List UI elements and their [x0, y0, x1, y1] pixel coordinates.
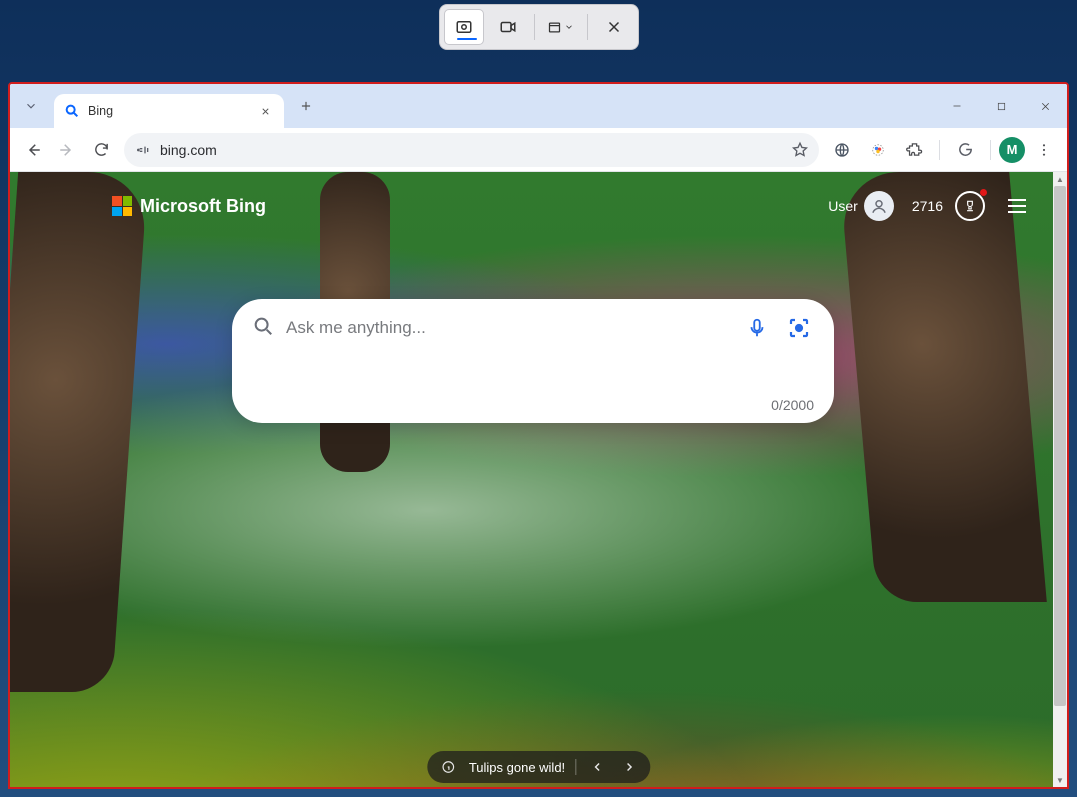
- search-box: 0/2000: [232, 299, 834, 423]
- image-info-icon[interactable]: [437, 756, 459, 778]
- extension-globe-icon[interactable]: [825, 133, 859, 167]
- search-input[interactable]: [286, 318, 730, 338]
- window-maximize-button[interactable]: [979, 84, 1023, 128]
- tab-strip: Bing: [10, 84, 1067, 128]
- google-shortcut-icon[interactable]: [948, 133, 982, 167]
- image-info-bar: Tulips gone wild!: [427, 751, 650, 783]
- window-minimize-button[interactable]: [935, 84, 979, 128]
- snip-window-mode-button[interactable]: [541, 9, 581, 45]
- browser-menu-button[interactable]: [1027, 133, 1061, 167]
- scrollbar-thumb[interactable]: [1054, 186, 1066, 706]
- tab-title: Bing: [88, 104, 248, 118]
- nav-reload-button[interactable]: [84, 133, 118, 167]
- hamburger-menu-button[interactable]: [1003, 192, 1031, 220]
- user-avatar-icon: [864, 191, 894, 221]
- snipping-toolbar: [439, 4, 639, 50]
- nav-forward-button[interactable]: [50, 133, 84, 167]
- window-close-button[interactable]: [1023, 84, 1067, 128]
- browser-toolbar: bing.com M: [10, 128, 1067, 172]
- rewards-button[interactable]: 2716: [912, 191, 985, 221]
- rewards-notification-dot: [980, 189, 987, 196]
- snip-rectangular-button[interactable]: [444, 9, 484, 45]
- background-image: [10, 172, 1053, 787]
- rewards-points: 2716: [912, 198, 943, 214]
- browser-tab[interactable]: Bing: [54, 94, 284, 128]
- bing-logo-text: Microsoft Bing: [140, 196, 266, 217]
- search-icon: [252, 315, 274, 342]
- image-caption: Tulips gone wild!: [469, 760, 565, 775]
- site-info-icon[interactable]: [134, 141, 152, 159]
- scroll-down-arrow[interactable]: ▼: [1053, 773, 1067, 787]
- tab-search-button[interactable]: [16, 91, 46, 121]
- microsoft-logo-icon: [112, 196, 132, 216]
- user-label: User: [828, 198, 858, 214]
- vertical-scrollbar[interactable]: ▲ ▼: [1053, 172, 1067, 787]
- visual-search-button[interactable]: [784, 313, 814, 343]
- profile-initial: M: [1007, 142, 1018, 157]
- address-bar[interactable]: bing.com: [124, 133, 819, 167]
- address-url: bing.com: [160, 142, 783, 158]
- extension-lens-icon[interactable]: [861, 133, 895, 167]
- char-counter: 0/2000: [771, 397, 814, 413]
- new-tab-button[interactable]: [292, 92, 320, 120]
- page-content: Microsoft Bing User 2716: [10, 172, 1067, 787]
- snip-close-button[interactable]: [594, 9, 634, 45]
- snip-video-button[interactable]: [488, 9, 528, 45]
- user-account-button[interactable]: User: [828, 191, 894, 221]
- bing-header: Microsoft Bing User 2716: [10, 184, 1053, 228]
- browser-window: Bing: [8, 82, 1069, 789]
- tab-favicon-search-icon: [64, 103, 80, 119]
- prev-image-button[interactable]: [586, 756, 608, 778]
- tab-close-button[interactable]: [256, 102, 274, 120]
- bookmark-star-icon[interactable]: [791, 141, 809, 159]
- rewards-trophy-icon: [955, 191, 985, 221]
- voice-search-button[interactable]: [742, 313, 772, 343]
- snip-separator: [587, 14, 588, 40]
- bing-logo[interactable]: Microsoft Bing: [112, 196, 266, 217]
- scroll-up-arrow[interactable]: ▲: [1053, 172, 1067, 186]
- snip-separator: [534, 14, 535, 40]
- nav-back-button[interactable]: [16, 133, 50, 167]
- extensions-button[interactable]: [897, 133, 931, 167]
- next-image-button[interactable]: [618, 756, 640, 778]
- profile-avatar[interactable]: M: [999, 137, 1025, 163]
